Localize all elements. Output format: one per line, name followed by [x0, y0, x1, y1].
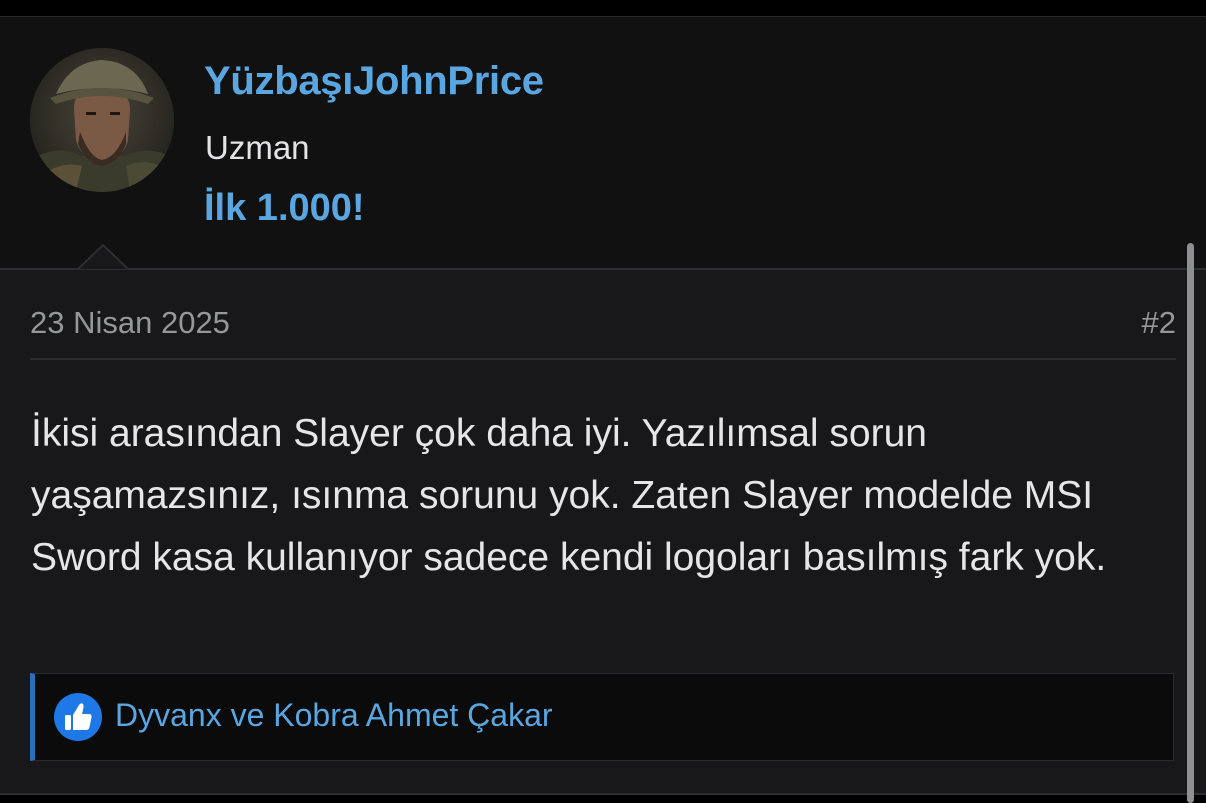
- post-meta: 23 Nisan 2025 #2: [30, 305, 1176, 345]
- scrollbar[interactable]: [1187, 243, 1194, 803]
- user-title: Uzman: [205, 129, 310, 166]
- avatar-image: [30, 48, 174, 192]
- post-container: YüzbaşıJohnPrice Uzman İlk 1.000! 23 Nis…: [0, 16, 1206, 795]
- reactions-users-link[interactable]: Dyvanx ve Kobra Ahmet Çakar: [115, 697, 553, 734]
- user-banner[interactable]: İlk 1.000!: [204, 187, 365, 230]
- username-link[interactable]: YüzbaşıJohnPrice: [204, 59, 544, 104]
- reactions-bar[interactable]: Dyvanx ve Kobra Ahmet Çakar: [30, 673, 1174, 761]
- thumbs-up-icon: [54, 693, 102, 741]
- bottom-divider: [0, 793, 1206, 795]
- post-body: İkisi arasından Slayer çok daha iyi. Yaz…: [31, 412, 1107, 579]
- meta-divider: [30, 358, 1176, 360]
- avatar[interactable]: [30, 48, 174, 192]
- header-divider: [0, 268, 1206, 270]
- user-header: YüzbaşıJohnPrice Uzman İlk 1.000!: [0, 17, 1206, 269]
- post-date[interactable]: 23 Nisan 2025: [30, 305, 230, 341]
- post-number[interactable]: #2: [1142, 305, 1176, 341]
- top-strip: [0, 0, 1206, 16]
